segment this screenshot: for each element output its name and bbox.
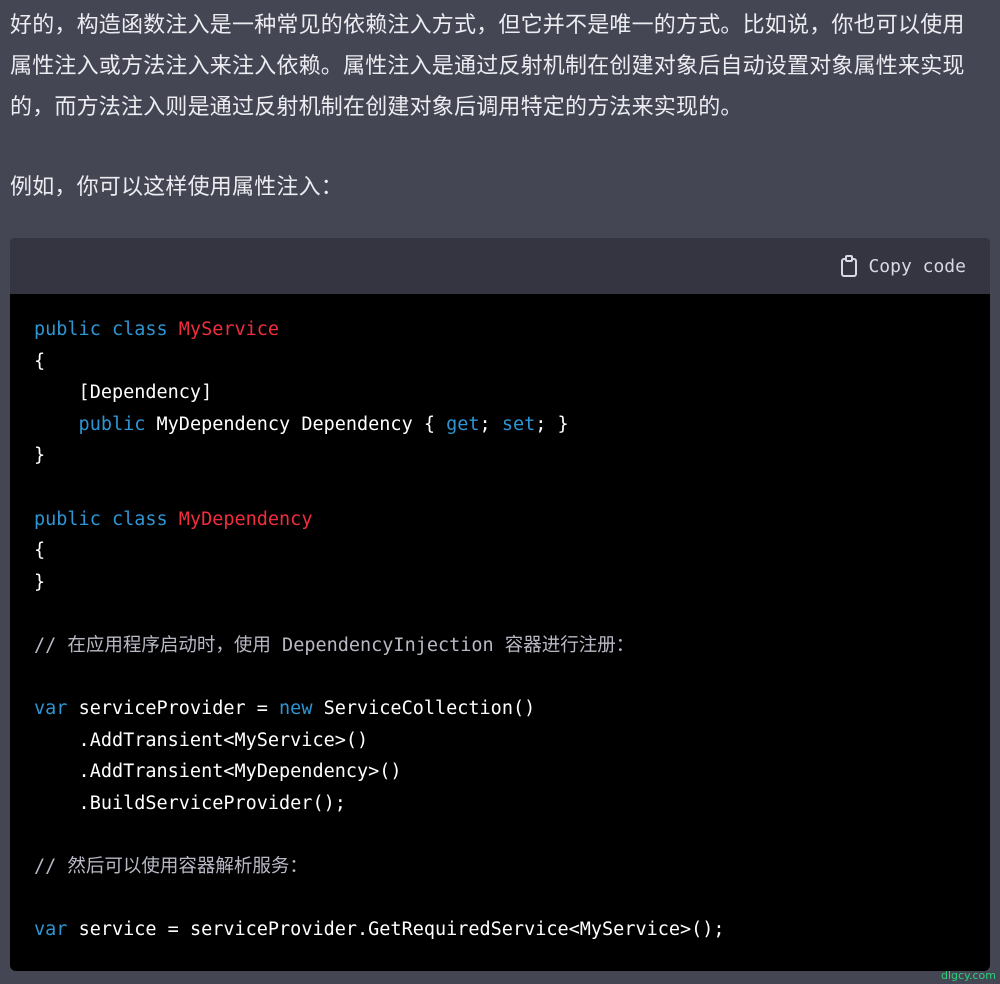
code-block-header: Copy code [10, 238, 990, 294]
code-token: .AddTransient<MyDependency>() [34, 761, 402, 783]
code-token: MyDependency [178, 508, 313, 530]
code-line: public MyDependency Dependency { get; se… [34, 409, 966, 441]
example-paragraph: 例如，你可以这样使用属性注入： [10, 175, 344, 200]
code-line: { [34, 346, 966, 378]
code-token: serviceProvider = [78, 698, 280, 720]
intro-paragraph: 好的，构造函数注入是一种常见的依赖注入方式，但它并不是唯一的方式。比如说，你也可… [10, 13, 965, 120]
code-line: [Dependency] [34, 377, 966, 409]
code-token: .BuildServiceProvider(); [34, 792, 346, 814]
code-token: } [34, 445, 46, 467]
code-token: service = serviceProvider.GetRequiredSer… [78, 919, 725, 941]
code-token: .AddTransient<MyService>() [34, 729, 369, 751]
code-line: // 然后可以使用容器解析服务： [34, 851, 966, 883]
copy-code-button[interactable]: Copy code [840, 255, 966, 277]
code-token: var [34, 698, 79, 720]
code-token: public class [34, 508, 179, 530]
code-token: { [34, 350, 46, 372]
code-token: new [279, 698, 324, 720]
code-token: { [34, 540, 46, 562]
code-line: .AddTransient<MyService>() [34, 725, 966, 757]
clipboard-icon [840, 255, 858, 277]
code-token: MyDependency Dependency { [156, 413, 447, 435]
code-token: // 然后可以使用容器解析服务： [34, 856, 308, 878]
code-line: .AddTransient<MyDependency>() [34, 756, 966, 788]
watermark: dlgcy.com [941, 969, 996, 982]
code-block: Copy code public class MyService { [Depen… [10, 238, 990, 971]
code-token: } [34, 571, 46, 593]
code-content: public class MyService { [Dependency] pub… [10, 294, 990, 966]
code-token: // 在应用程序启动时，使用 DependencyInjection 容器进行注… [34, 634, 635, 656]
code-token: ServiceCollection() [323, 698, 536, 720]
code-line: public class MyDependency [34, 504, 966, 536]
code-line: .BuildServiceProvider(); [34, 788, 966, 820]
code-line: } [34, 567, 966, 599]
code-token: set [501, 413, 536, 435]
code-line: public class MyService [34, 314, 966, 346]
code-token: get [446, 413, 480, 435]
code-token: ; [479, 413, 502, 435]
code-token: var [34, 919, 79, 941]
code-token: MyService [178, 319, 280, 340]
code-token: public class [34, 319, 179, 340]
code-line: var serviceProvider = new ServiceCollect… [34, 693, 966, 725]
code-token: ; } [535, 413, 569, 435]
code-line: // 在应用程序启动时，使用 DependencyInjection 容器进行注… [34, 630, 966, 662]
code-line: var service = serviceProvider.GetRequire… [34, 914, 966, 946]
copy-code-label: Copy code [868, 255, 966, 277]
code-line: } [34, 440, 966, 472]
code-line: { [34, 535, 966, 567]
code-token: [Dependency] [34, 382, 213, 404]
code-token: public [34, 413, 157, 435]
